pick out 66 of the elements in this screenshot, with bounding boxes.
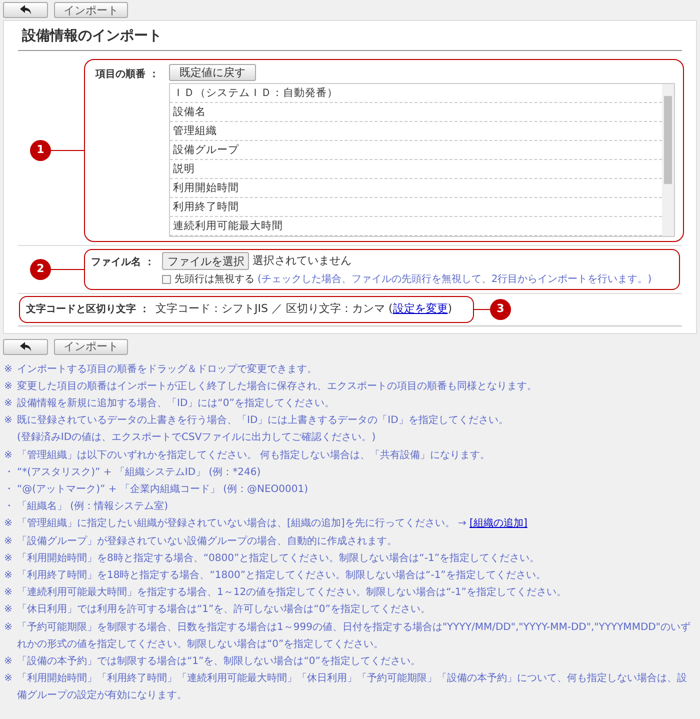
page-title: 設備情報のインポート — [18, 21, 682, 51]
step-badge: 1 — [30, 140, 51, 161]
note-mark: ・ — [4, 466, 15, 480]
step-badge: 2 — [30, 259, 51, 280]
list-item[interactable]: 設備グループ — [170, 141, 662, 160]
note-text: 「組織名」 (例：情報システム室) — [17, 500, 168, 514]
hint-text: (チェックした場合、ファイルの先頭行を無視して、2行目からインポートを行います。) — [257, 272, 652, 287]
change-settings-link[interactable]: 設定を変更 — [392, 302, 448, 315]
checkbox-label[interactable]: 先頭行は無視する — [174, 272, 254, 287]
reset-button[interactable]: 既定値に戻す — [169, 64, 256, 81]
note-mark: ※ — [4, 517, 14, 532]
list-item[interactable]: ＩＤ（システムＩＤ：自動発番） — [170, 84, 662, 103]
note-text: “@(アットマーク)” + 「企業内組織コード」 (例：@NEO0001) — [17, 482, 308, 497]
note-mark: ※ — [4, 362, 14, 376]
note-mark: ※ — [4, 586, 14, 600]
field-label: 文字コードと区切り文字 ： — [26, 302, 150, 317]
note-mark: ※ — [4, 534, 14, 549]
note-text: 「利用終了時間」を18時と指定する場合、“1800”と指定してください。制限しない場合は“-1”を指定してください。 — [17, 568, 546, 583]
step-badge: 3 — [490, 298, 511, 320]
note-mark: ・ — [4, 482, 15, 497]
note-text: 「管理組織」に指定したい組織が登録されていない場合は、[組織の追加]を先に行ってください。 → [組織の追加] — [17, 516, 528, 532]
list-item[interactable]: 連続利用可能最大時間 — [170, 217, 662, 236]
back-button[interactable] — [3, 2, 48, 18]
choose-file-button[interactable]: ファイルを選択 — [162, 252, 250, 270]
note-mark: ※ — [4, 552, 14, 566]
note-text: 「管理組織」は以下のいずれかを指定してください。 何も指定しない場合は、「共有設備」になります。 — [17, 448, 490, 463]
import-button[interactable]: インポート — [54, 338, 128, 354]
note-mark: ※ — [4, 414, 14, 428]
file-status: 選択されていません — [252, 252, 352, 269]
note-mark: ※ — [4, 396, 14, 411]
note-text: 「予約可能期限」を制限する場合、日数を指定する場合は1～999の値、日付を指定する場合は"YYYY/MM/DD","YYYY-MM-DD","YYYYMMDD"のいずれかの形式の値を指定してください。制限しない場合は“0”を指定してください。 — [17, 620, 692, 652]
encoding-value: 文字コード：シフトJIS ／ 区切り文字：カンマ (設定を変更) — [155, 301, 452, 317]
note-mark: ・ — [4, 500, 15, 514]
scrollbar[interactable] — [662, 84, 674, 236]
back-arrow-icon — [20, 342, 32, 352]
note-mark: ※ — [4, 448, 14, 463]
back-arrow-icon — [20, 5, 32, 15]
add-organization-link[interactable]: [組織の追加] — [470, 518, 528, 530]
note-text: (登録済みIDの値は、エクスポートでCSVファイルに出力してご確認ください。) — [17, 432, 376, 444]
note-text: 変更した項目の順番はインポートが正しく終了した場合に保存され、エクスポートの項目の順番も同様となります。 — [17, 380, 537, 394]
import-button[interactable]: インポート — [54, 2, 128, 18]
list-item[interactable]: 説明 — [170, 160, 662, 179]
note-text: インポートする項目の順番をドラッグ＆ドロップで変更できます。 — [17, 362, 317, 376]
note-text: 「休日利用」では利用を許可する場合は“1”を、許可しない場合は“0”を指定してください。 — [17, 602, 430, 618]
note-mark: ※ — [4, 654, 14, 669]
list-item[interactable]: 管理組織 — [170, 122, 662, 141]
note-mark: ※ — [4, 603, 14, 618]
checkbox[interactable] — [162, 275, 172, 284]
field-label: 項目の順番 ： — [94, 68, 159, 82]
note-text: 設備情報を新規に追加する場合、「ID」には“0”を指定してください。 — [17, 396, 334, 411]
field-label: ファイル名 ： — [91, 256, 154, 270]
note-mark: ※ — [4, 620, 14, 635]
note-text: 既に登録されているデータの上書きを行う場合、「ID」には上書きするデータの「ID」を指定してください。 — [17, 414, 508, 428]
note-text: 「設備の本予約」では制限する場合は“1”を、制限しない場合は“0”を指定してください。 — [17, 654, 420, 669]
note-text: 「設備グループ」が登録されていない設備グループの場合、自動的に作成されます。 — [17, 534, 397, 549]
back-button[interactable] — [3, 338, 48, 354]
note-mark: ※ — [4, 672, 14, 686]
note-text: 「利用開始時間」を8時と指定する場合、“0800”と指定してください。制限しない場合は“-1”を指定してください。 — [17, 552, 540, 566]
list-item[interactable]: 利用終了時間 — [170, 198, 662, 217]
note-text: 「連続利用可能最大時間」を指定する場合、1～12の値を指定してください。制限しない場合は“-1”を指定してください。 — [17, 586, 566, 600]
note-mark: ※ — [4, 568, 14, 583]
list-item[interactable]: 利用開始時間 — [170, 179, 662, 198]
note-mark: ※ — [4, 380, 14, 394]
note-text: 「利用開始時間」「利用終了時間」「連続利用可能最大時間」「休日利用」「予約可能期限」「設備の本予約」について、何も指定しない場合は、設備グループの設定が有効になります。 — [17, 672, 688, 704]
list-item[interactable]: 設備名 — [170, 103, 662, 122]
note-text: “*(アスタリスク)” + 「組織システムID」 (例：*246) — [17, 466, 261, 480]
